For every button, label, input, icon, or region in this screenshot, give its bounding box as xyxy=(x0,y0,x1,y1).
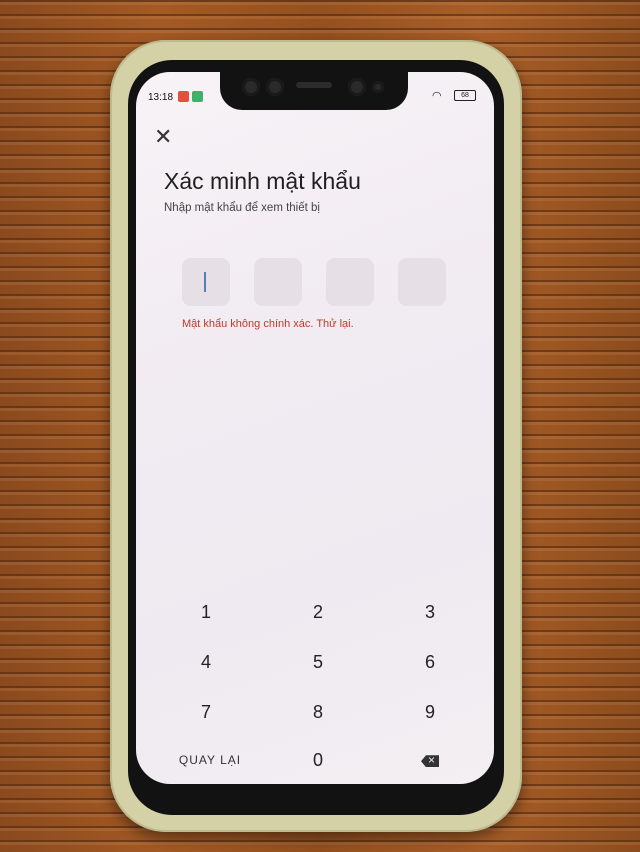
key-2[interactable]: 2 xyxy=(262,587,374,637)
close-icon[interactable]: ✕ xyxy=(154,126,172,148)
camera-icon xyxy=(266,78,284,96)
status-time: 13:18 xyxy=(148,92,174,103)
phone-screen: 13:18 ◠ 68 ✕ Xác minh mật khẩu Nhập mật … xyxy=(136,72,494,784)
earpiece-speaker xyxy=(296,82,332,88)
page-subtitle: Nhập mật khẩu để xem thiết bị xyxy=(164,202,320,214)
key-4[interactable]: 4 xyxy=(150,637,262,687)
text-cursor xyxy=(204,272,206,292)
pin-digit-box-4[interactable] xyxy=(398,258,446,306)
key-9[interactable]: 9 xyxy=(374,687,486,737)
delete-button[interactable] xyxy=(374,735,486,784)
sensor-icon xyxy=(372,81,384,93)
pin-digit-box-3[interactable] xyxy=(326,258,374,306)
pin-digit-box-1[interactable] xyxy=(182,258,230,306)
pin-digit-box-2[interactable] xyxy=(254,258,302,306)
key-8[interactable]: 8 xyxy=(262,687,374,737)
camera-icon xyxy=(242,78,260,96)
key-7[interactable]: 7 xyxy=(150,687,262,737)
notification-icon xyxy=(192,91,203,102)
numeric-keypad: 1 2 3 4 5 6 7 8 9 QUAY LẠI 0 xyxy=(136,587,494,784)
notification-icon xyxy=(178,91,189,102)
key-6[interactable]: 6 xyxy=(374,637,486,687)
camera-notch xyxy=(220,72,408,110)
page-title: Xác minh mật khẩu xyxy=(164,168,361,194)
camera-icon xyxy=(348,78,366,96)
error-message: Mật khẩu không chính xác. Thử lại. xyxy=(182,318,354,330)
battery-indicator: 68 xyxy=(454,90,476,101)
wifi-icon: ◠ xyxy=(432,90,442,102)
key-5[interactable]: 5 xyxy=(262,637,374,687)
back-button[interactable]: QUAY LẠI xyxy=(154,735,266,784)
key-1[interactable]: 1 xyxy=(150,587,262,637)
backspace-icon xyxy=(421,755,439,768)
key-0[interactable]: 0 xyxy=(262,735,374,784)
key-3[interactable]: 3 xyxy=(374,587,486,637)
